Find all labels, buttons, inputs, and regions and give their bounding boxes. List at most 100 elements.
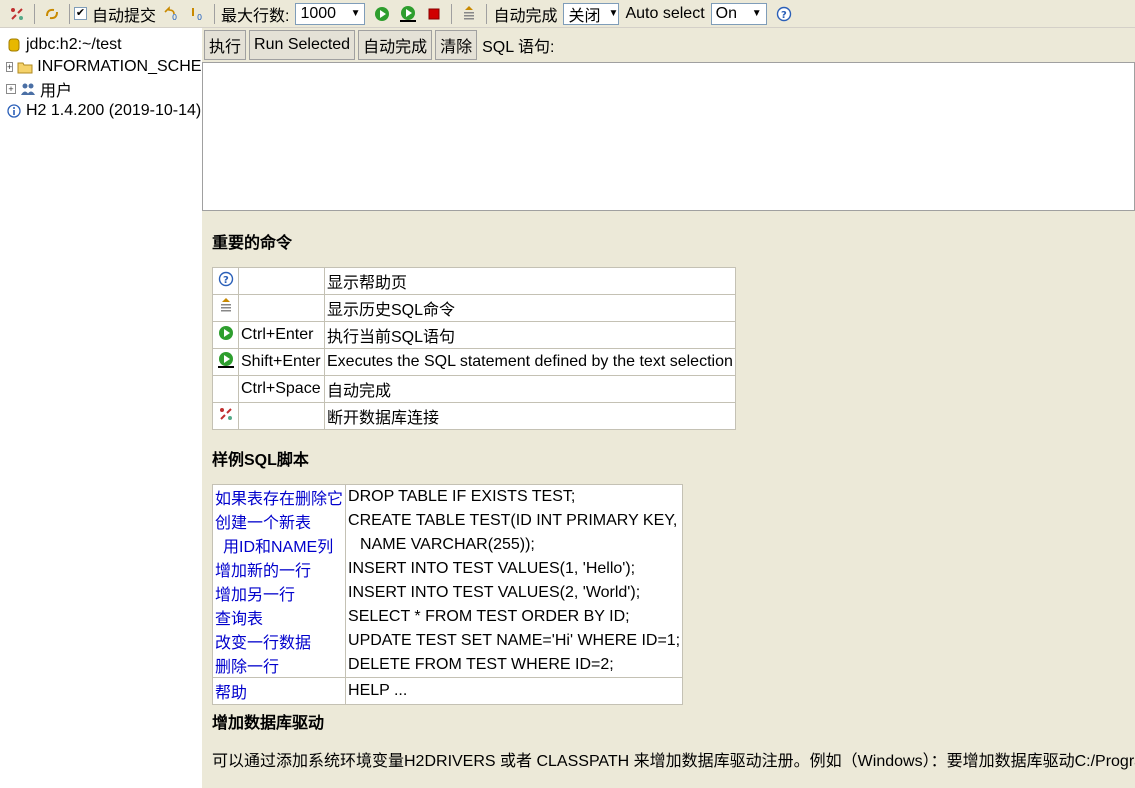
run-icon[interactable] [371,3,393,25]
sample-sql-table: 如果表存在删除它 DROP TABLE IF EXISTS TEST; 创建一个… [212,484,684,705]
tree-item-users[interactable]: + 用户 [0,78,202,100]
folder-icon [17,59,33,75]
help-icon: ? [218,271,234,291]
drivers-description: 可以通过添加系统环境变量H2DRIVERS 或者 CLASSPATH 来增加数据… [212,753,1135,770]
important-commands-heading: 重要的命令 [212,235,293,252]
sql-editor[interactable] [202,62,1135,211]
tree-item-connection[interactable]: jdbc:h2:~/test [0,34,202,56]
command-desc: 断开数据库连接 [324,402,736,430]
run-icon [218,325,234,345]
table-cell: ? [212,267,239,295]
sample-sql: NAME VARCHAR(255)); [360,536,535,553]
help-panel: 重要的命令 ? 显示帮助页 显示历史SQL命令 Ctrl+Enter 执行当前S… [202,211,1135,788]
shortcut-cell [238,294,325,322]
table-row: 用ID和NAME列 NAME VARCHAR(255)); [212,533,683,557]
tree-item-label: jdbc:h2:~/test [26,36,122,53]
history-icon [218,297,234,319]
sample-link[interactable]: 改变一行数据 [212,629,347,653]
command-desc: 自动完成 [324,375,736,403]
table-row: 帮助 HELP ... [212,677,683,705]
table-row: Ctrl+Enter 执行当前SQL语句 [212,321,736,349]
stop-icon[interactable] [423,3,445,25]
table-row: 改变一行数据 UPDATE TEST SET NAME='Hi' WHERE I… [212,629,683,653]
autocomplete-label: 自动完成 [493,7,558,25]
tree-item-label: INFORMATION_SCHEMA [37,58,202,75]
shortcut-cell: Ctrl+Enter [238,321,325,349]
svg-text:0: 0 [172,13,177,22]
sample-link[interactable]: 查询表 [212,605,347,629]
command-desc: 显示历史SQL命令 [324,294,736,322]
commit-icon[interactable]: 0 [186,3,208,25]
expand-icon[interactable]: + [6,84,16,94]
execute-button[interactable]: 执行 [204,30,247,60]
table-cell [212,294,239,322]
command-desc: 显示帮助页 [324,267,736,295]
table-row: 查询表 SELECT * FROM TEST ORDER BY ID; [212,605,683,629]
autocomplete-select[interactable]: 关闭 ▼ [563,2,620,25]
run-selected-icon[interactable] [397,3,419,25]
auto-commit-checkbox[interactable]: ✔ [74,7,87,20]
shortcut-cell [238,267,325,295]
chevron-down-icon: ▼ [751,8,762,19]
table-row: 删除一行 DELETE FROM TEST WHERE ID=2; [212,653,683,678]
tree-item-version: H2 1.4.200 (2019-10-14) [0,100,202,122]
commands-table: ? 显示帮助页 显示历史SQL命令 Ctrl+Enter 执行当前SQL语句 S… [212,267,736,430]
history-icon[interactable] [458,3,480,25]
help-icon[interactable]: ? [773,3,795,25]
auto-commit-label: 自动提交 [92,7,157,25]
query-toolbar: 执行 Run Selected 自动完成 清除 SQL 语句: [202,28,1135,62]
sample-link[interactable]: 删除一行 [212,653,347,678]
command-desc: Executes the SQL statement defined by th… [324,348,736,376]
sample-sql: UPDATE TEST SET NAME='Hi' WHERE ID=1; [348,632,681,649]
refresh-icon[interactable] [41,3,63,25]
table-row: 创建一个新表 CREATE TABLE TEST(ID INT PRIMARY … [212,509,683,533]
tree-item-label: H2 1.4.200 (2019-10-14) [26,102,202,119]
auto-select-value: On [715,4,737,22]
run-selected-icon [217,351,235,373]
sql-statement-label: SQL 语句: [482,39,555,56]
sample-sql: DELETE FROM TEST WHERE ID=2; [348,656,614,673]
sample-link[interactable]: 创建一个新表 [212,509,347,533]
rollback-icon[interactable]: 0 [160,3,182,25]
sample-sql: INSERT INTO TEST VALUES(1, 'Hello'); [348,560,636,577]
table-row: 增加另一行 INSERT INTO TEST VALUES(2, 'World'… [212,581,683,605]
table-cell [212,348,239,376]
toolbar-divider [34,3,35,24]
expand-icon[interactable]: + [6,62,14,72]
tree-item-schema[interactable]: + INFORMATION_SCHEMA [0,56,202,78]
svg-text:0: 0 [197,13,202,22]
sample-link[interactable]: 如果表存在删除它 [212,484,347,509]
sample-sql: HELP ... [345,677,683,705]
disconnect-icon[interactable] [6,3,28,25]
sample-scripts-heading: 样例SQL脚本 [212,452,309,469]
toolbar-divider [214,3,216,24]
users-icon [20,81,36,97]
sample-sql: SELECT * FROM TEST ORDER BY ID; [348,608,630,625]
table-row: 断开数据库连接 [212,402,736,430]
add-drivers-heading: 增加数据库驱动 [212,715,325,732]
sample-link[interactable]: 用ID和NAME列 [212,533,347,557]
max-rows-select[interactable]: 1000 ▼ [295,2,366,25]
help-link[interactable]: 帮助 [212,677,347,705]
command-desc: 执行当前SQL语句 [324,321,736,349]
auto-select-select[interactable]: On ▼ [710,2,767,25]
autocomplete-button[interactable]: 自动完成 [358,30,433,60]
table-cell [212,321,239,349]
shortcut-cell: Shift+Enter [238,348,325,376]
clear-button[interactable]: 清除 [435,30,478,60]
sample-link[interactable]: 增加另一行 [212,581,347,605]
table-cell [212,402,239,430]
toolbar-divider [486,3,488,24]
sample-link[interactable]: 增加新的一行 [212,557,347,581]
database-tree: jdbc:h2:~/test + INFORMATION_SCHEMA + 用户… [0,34,202,788]
autocomplete-value: 关闭 [568,7,601,25]
run-selected-button[interactable]: Run Selected [249,30,356,60]
toolbar-divider [451,3,453,24]
sample-sql: INSERT INTO TEST VALUES(2, 'World'); [348,584,641,601]
toolbar-divider [69,3,70,24]
table-row: 如果表存在删除它 DROP TABLE IF EXISTS TEST; [212,484,683,509]
database-icon [6,37,22,53]
auto-select-label: Auto select [625,4,705,22]
max-rows-value: 1000 [300,4,337,22]
svg-text:?: ? [223,275,229,286]
